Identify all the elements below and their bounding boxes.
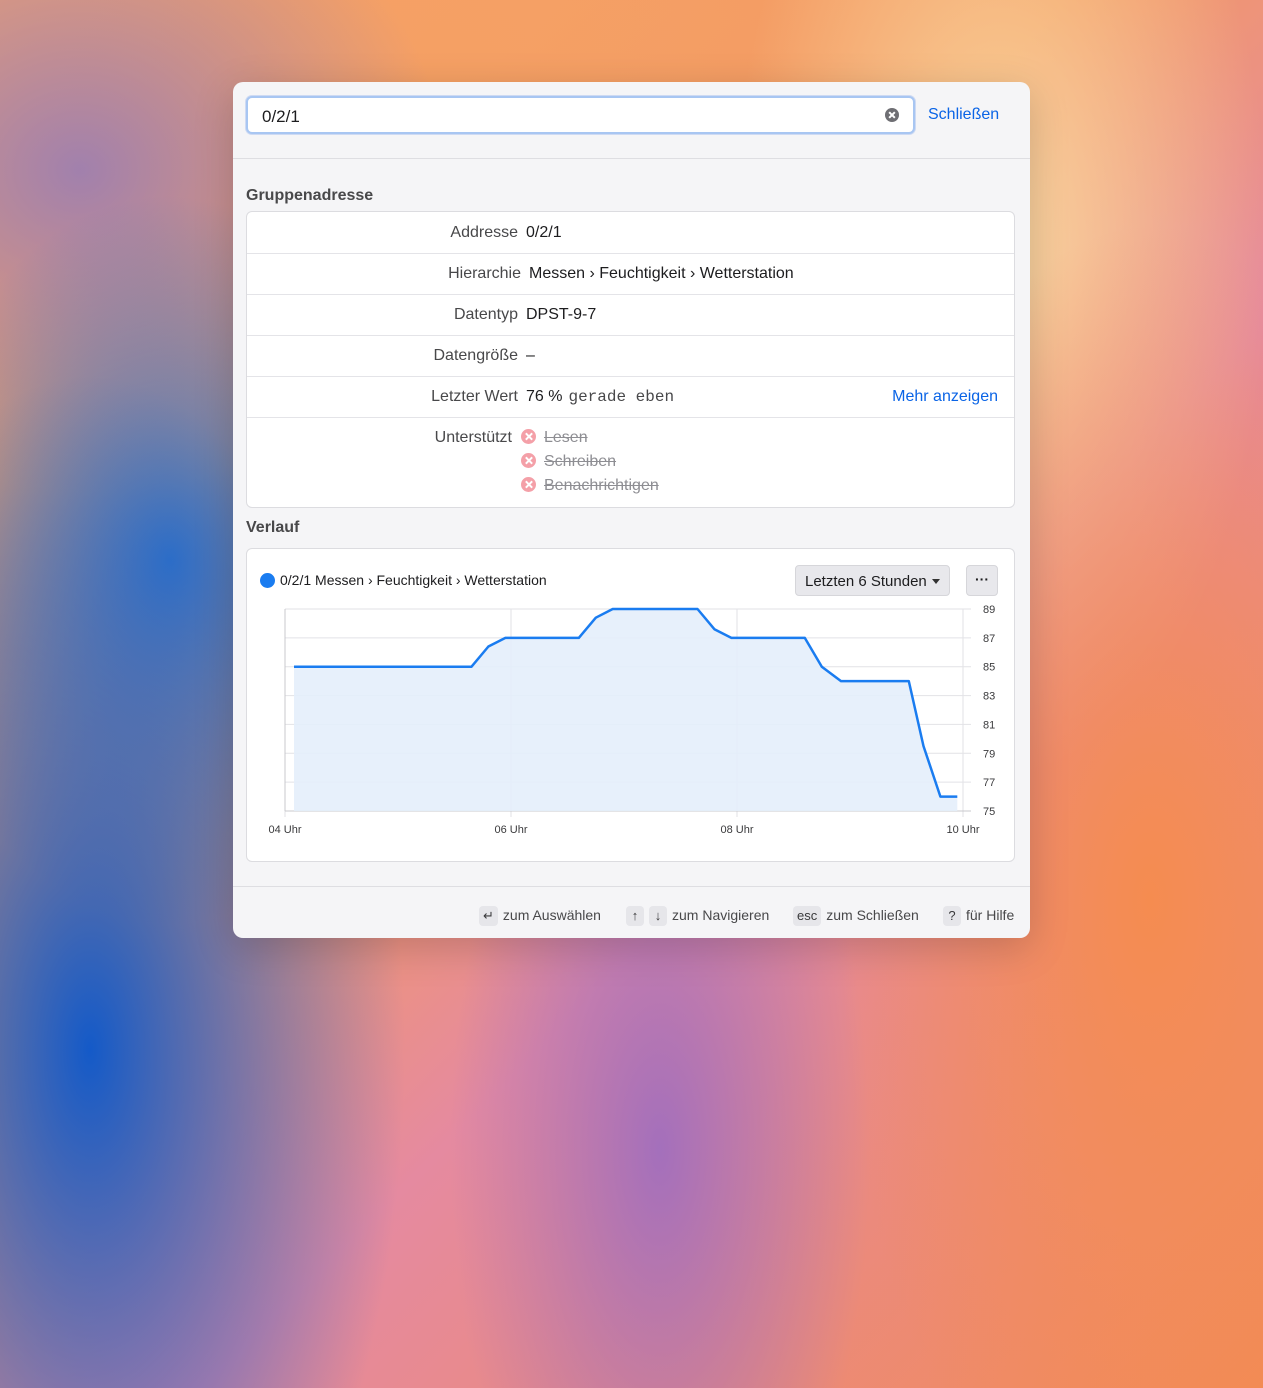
group-address-panel: Schließen Gruppenadresse Addresse 0/2/1 … xyxy=(233,82,1030,938)
history-title: Verlauf xyxy=(246,519,300,536)
detail-label: Datentyp xyxy=(453,306,518,323)
hint-navigate: ↑ ↓ zum Navigieren xyxy=(626,906,769,926)
caret-down-icon xyxy=(932,579,940,584)
hint-close: esc zum Schließen xyxy=(793,906,919,926)
x-circle-icon xyxy=(521,429,536,444)
detail-value: 76 % gerade eben xyxy=(526,388,674,406)
keyboard-hints: ↵ zum Auswählen ↑ ↓ zum Navigieren esc zum S… xyxy=(233,886,1030,938)
detail-row-last-value: Letzter Wert 76 % gerade eben Mehr anzeig… xyxy=(247,376,1014,418)
detail-label: Addresse xyxy=(450,224,518,241)
legend-dot-icon xyxy=(260,573,275,588)
hint-help: ? für Hilfe xyxy=(943,906,1014,926)
enter-key-icon: ↵ xyxy=(479,906,498,926)
search-bar: Schließen xyxy=(233,82,1030,159)
hint-select: ↵ zum Auswählen xyxy=(479,906,601,926)
last-value: 76 % xyxy=(526,388,563,405)
detail-label: Unterstützt xyxy=(434,429,512,446)
detail-row-hierarchy: Hierarchie Messen › Feuchtigkeit › Wette… xyxy=(247,253,1014,295)
detail-value: – xyxy=(526,347,535,364)
detail-row-address: Addresse 0/2/1 xyxy=(247,212,1014,254)
search-input[interactable] xyxy=(260,105,864,129)
details-title: Gruppenadresse xyxy=(246,187,374,204)
y-tick-label: 79 xyxy=(983,748,995,760)
y-tick-label: 87 xyxy=(983,633,995,645)
x-tick-label: 04 Uhr xyxy=(268,824,301,836)
details-card: Addresse 0/2/1 Hierarchie Messen › Feuch… xyxy=(246,211,1015,508)
chart-legend[interactable]: 0/2/1 Messen › Feuchtigkeit › Wetterstat… xyxy=(260,572,547,588)
last-value-time: gerade eben xyxy=(568,388,675,406)
series-area xyxy=(294,609,958,811)
arrow-down-key-icon: ↓ xyxy=(649,906,667,926)
y-tick-label: 77 xyxy=(983,777,995,789)
x-circle-icon xyxy=(521,477,536,492)
detail-row-datasize: Datengröße – xyxy=(247,335,1014,377)
esc-key-icon: esc xyxy=(793,906,822,926)
search-field[interactable] xyxy=(246,96,915,134)
detail-row-datatype: Datentyp DPST-9-7 xyxy=(247,294,1014,336)
close-button[interactable]: Schließen xyxy=(928,106,999,124)
clear-icon[interactable] xyxy=(885,108,899,122)
y-tick-label: 89 xyxy=(983,604,995,616)
x-circle-icon xyxy=(521,453,536,468)
y-tick-label: 85 xyxy=(983,662,995,674)
history-card: 0/2/1 Messen › Feuchtigkeit › Wetterstat… xyxy=(246,548,1015,862)
detail-label: Hierarchie xyxy=(448,265,521,282)
chart-menu-button[interactable]: ··· xyxy=(966,565,998,596)
help-key-icon: ? xyxy=(943,906,961,926)
x-tick-label: 06 Uhr xyxy=(494,824,527,836)
detail-value: Messen › Feuchtigkeit › Wetterstation xyxy=(529,265,794,282)
show-more-link[interactable]: Mehr anzeigen xyxy=(892,388,998,406)
x-tick-label: 10 Uhr xyxy=(946,824,979,836)
more-icon: ··· xyxy=(975,571,989,587)
detail-row-supported: Unterstützt Lesen Schreiben Benachrichti… xyxy=(247,417,1014,507)
supported-notify: Benachrichtigen xyxy=(521,477,659,497)
detail-label: Datengröße xyxy=(433,347,519,364)
humidity-chart: 75 77 79 81 83 85 87 89 04 Uhr 06 Uhr 08 Uhr 10 Uhr xyxy=(268,604,995,836)
y-tick-label: 83 xyxy=(983,691,995,703)
time-range-label: Letzten 6 Stunden xyxy=(805,573,927,590)
legend-label: 0/2/1 Messen › Feuchtigkeit › Wetterstat… xyxy=(280,572,547,588)
supported-write: Schreiben xyxy=(521,453,616,473)
time-range-dropdown[interactable]: Letzten 6 Stunden xyxy=(795,565,950,596)
detail-value: 0/2/1 xyxy=(526,224,562,241)
y-tick-label: 81 xyxy=(983,719,995,731)
supported-read: Lesen xyxy=(521,429,588,449)
y-tick-label: 75 xyxy=(983,806,995,818)
x-tick-label: 08 Uhr xyxy=(720,824,753,836)
detail-label: Letzter Wert xyxy=(431,388,518,405)
arrow-up-key-icon: ↑ xyxy=(626,906,644,926)
detail-value: DPST-9-7 xyxy=(526,306,597,323)
